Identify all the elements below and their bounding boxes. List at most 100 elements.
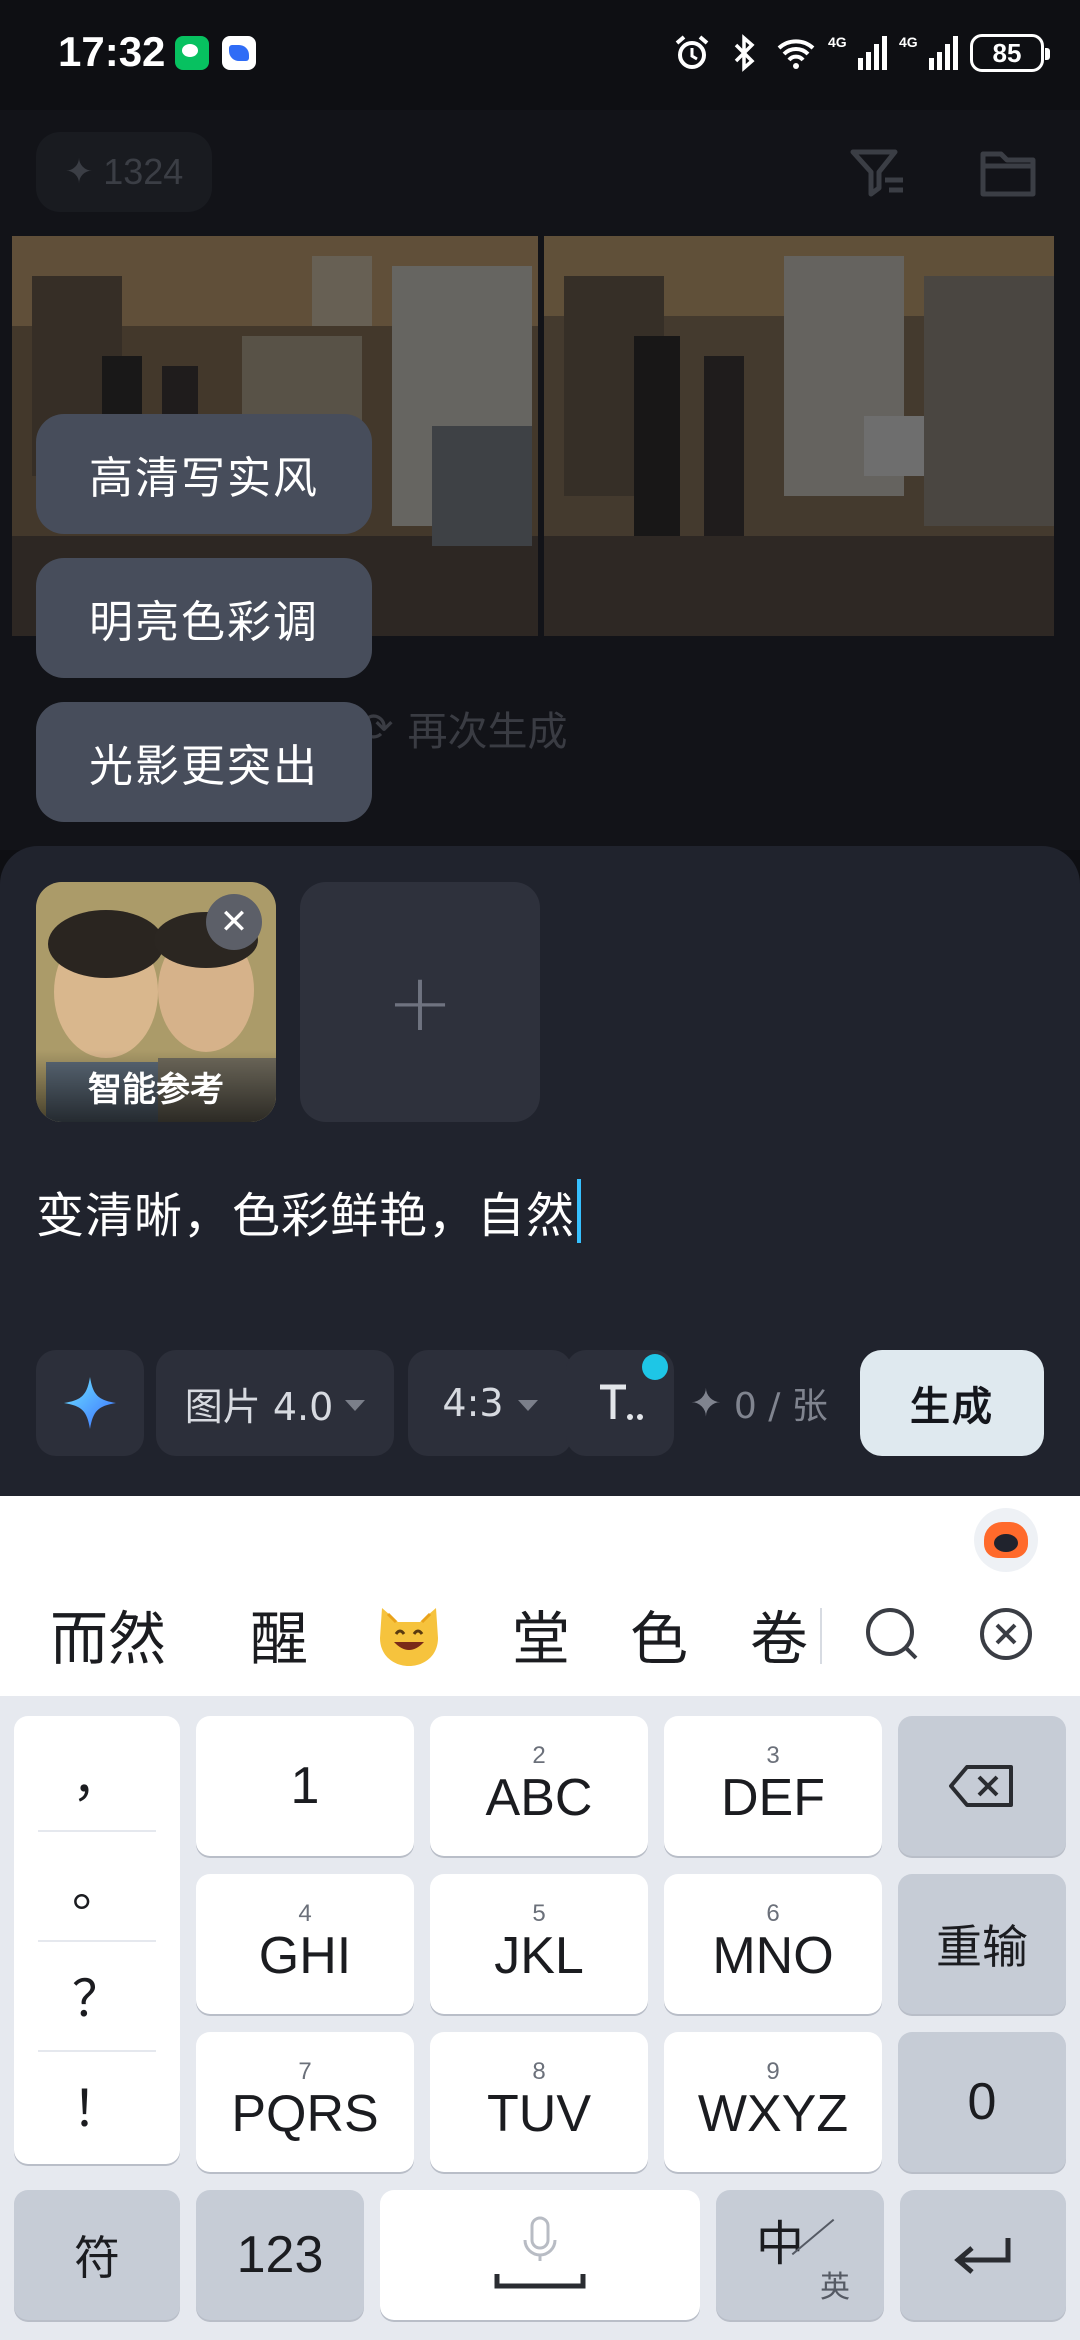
microphone-icon bbox=[494, 2216, 586, 2289]
key-label: 123 bbox=[236, 2226, 324, 2284]
aspect-ratio-selector[interactable]: 4:3 bbox=[408, 1350, 572, 1456]
sparkle-icon bbox=[64, 1377, 116, 1429]
key-number: 6 bbox=[766, 1900, 780, 1927]
signal-4g-icon: 4G bbox=[828, 34, 887, 70]
text-cursor bbox=[577, 1179, 582, 1243]
model-selector[interactable]: 图片 4.0 bbox=[156, 1350, 394, 1456]
key-label: 重输 bbox=[936, 1920, 1028, 1974]
close-icon[interactable] bbox=[974, 1602, 1038, 1666]
wechat-icon bbox=[175, 36, 209, 70]
backspace-key[interactable] bbox=[898, 1716, 1066, 1856]
chevron-down-icon bbox=[517, 1399, 538, 1411]
alarm-icon bbox=[675, 35, 709, 69]
magic-enhance-button[interactable] bbox=[36, 1350, 144, 1456]
grinning-cat-emoji[interactable] bbox=[374, 1598, 444, 1668]
ime-mascot-icon[interactable] bbox=[974, 1508, 1038, 1572]
system-icons: 4G 4G 85 bbox=[672, 30, 1050, 76]
key-label-zh: 中 bbox=[756, 2216, 805, 2272]
key-pqrs[interactable]: 7 PQRS bbox=[196, 2032, 414, 2172]
credits-badge: ✦ 1324 bbox=[36, 132, 212, 212]
plus-icon: + bbox=[386, 955, 454, 1049]
regenerate-button[interactable]: ⟳ 再次生成 bbox=[360, 688, 630, 768]
suggestion-chip-lighting[interactable]: 光影更突出 bbox=[36, 702, 372, 822]
battery-level: 85 bbox=[992, 37, 1022, 68]
key-number: 7 bbox=[298, 2058, 312, 2085]
battery-icon: 85 bbox=[970, 34, 1050, 72]
key-0[interactable]: 0 bbox=[898, 2032, 1066, 2172]
key-jkl[interactable]: 5 JKL bbox=[430, 1874, 648, 2014]
regenerate-label: 再次生成 bbox=[407, 709, 568, 755]
candidate-item[interactable]: 色 bbox=[630, 1592, 688, 1676]
feishu-icon bbox=[222, 36, 256, 70]
key-ghi[interactable]: 4 GHI bbox=[196, 1874, 414, 2014]
candidate-item[interactable]: 而然 bbox=[50, 1592, 166, 1676]
folder-icon bbox=[980, 151, 1036, 197]
key-question[interactable]: ？ bbox=[14, 1940, 180, 2050]
key-comma[interactable]: ， bbox=[14, 1720, 180, 1830]
status-time: 17:32 bbox=[58, 28, 166, 75]
key-number: 2 bbox=[532, 1742, 546, 1769]
key-period[interactable]: 。 bbox=[14, 1830, 180, 1940]
signal-label: 4G bbox=[899, 34, 918, 50]
suggestion-chip-bright-color[interactable]: 明亮色彩调 bbox=[36, 558, 372, 678]
add-image-button[interactable]: + bbox=[300, 882, 540, 1122]
filter-icon bbox=[850, 149, 903, 197]
key-label: DEF bbox=[721, 1769, 825, 1827]
key-abc[interactable]: 2 ABC bbox=[430, 1716, 648, 1856]
candidate-item[interactable]: 卷 bbox=[750, 1592, 808, 1676]
space-key[interactable] bbox=[380, 2190, 700, 2320]
chevron-down-icon bbox=[345, 1399, 366, 1411]
key-label: 0 bbox=[967, 2073, 997, 2131]
reinput-key[interactable]: 重输 bbox=[898, 1874, 1066, 2014]
signal-label: 4G bbox=[828, 34, 847, 50]
key-label: WXYZ bbox=[697, 2085, 849, 2143]
key-1[interactable]: 1 bbox=[196, 1716, 414, 1856]
text-quote-icon bbox=[600, 1384, 643, 1420]
key-mno[interactable]: 6 MNO bbox=[664, 1874, 882, 2014]
input-panel: 智能参考 ✕ + 变清晰，色彩鲜艳，自然 图片 4.0 4:3 ✦ 0 / 张 … bbox=[0, 846, 1080, 1496]
prompt-input[interactable]: 变清晰，色彩鲜艳，自然 bbox=[36, 1176, 582, 1246]
bluetooth-icon bbox=[734, 34, 755, 72]
key-number: 4 bbox=[298, 1900, 312, 1927]
key-label: 符 bbox=[74, 2231, 120, 2285]
credits-count: 1324 bbox=[103, 151, 184, 192]
search-icon[interactable] bbox=[860, 1602, 924, 1666]
reference-label: 智能参考 bbox=[36, 1050, 276, 1122]
new-badge bbox=[642, 1354, 668, 1380]
status-bar: 17:32 4G 4G 85 bbox=[0, 0, 1080, 110]
enter-icon bbox=[954, 2238, 1011, 2274]
text-style-button[interactable] bbox=[566, 1350, 674, 1456]
enter-key[interactable] bbox=[900, 2190, 1066, 2320]
key-def[interactable]: 3 DEF bbox=[664, 1716, 882, 1856]
key-number: 5 bbox=[532, 1900, 546, 1927]
signal-4g-icon: 4G bbox=[899, 34, 958, 70]
candidate-item[interactable]: 堂 bbox=[512, 1592, 570, 1676]
cost-label: 0 / 张 bbox=[733, 1386, 828, 1427]
suggestion-chip-hd-realistic[interactable]: 高清写实风 bbox=[36, 414, 372, 534]
key-exclamation[interactable]: ！ bbox=[14, 2050, 180, 2160]
key-label: TUV bbox=[487, 2085, 591, 2143]
key-wxyz[interactable]: 9 WXYZ bbox=[664, 2032, 882, 2172]
key-label: ABC bbox=[485, 1769, 593, 1827]
sparkle-icon: ✦ bbox=[690, 1381, 722, 1425]
key-label: 1 bbox=[290, 1757, 320, 1815]
remove-reference-button[interactable]: ✕ bbox=[206, 894, 262, 950]
backspace-icon bbox=[949, 1765, 1013, 1807]
generate-button[interactable]: 生成 bbox=[860, 1350, 1044, 1456]
ime-candidate-bar: 而然 醒 堂 色 卷 bbox=[0, 1496, 1080, 1696]
result-image-2 bbox=[544, 236, 1054, 636]
key-number: 3 bbox=[766, 1742, 780, 1769]
ratio-label: 4:3 bbox=[442, 1381, 504, 1425]
numbers-key[interactable]: 123 bbox=[196, 2190, 364, 2320]
key-label: MNO bbox=[712, 1927, 834, 1985]
language-switch-key[interactable]: 中 英 bbox=[716, 2190, 884, 2320]
candidate-divider bbox=[820, 1608, 822, 1664]
symbols-key[interactable]: 符 bbox=[14, 2190, 180, 2320]
key-tuv[interactable]: 8 TUV bbox=[430, 2032, 648, 2172]
key-number: 9 bbox=[766, 2058, 780, 2085]
candidate-item[interactable]: 醒 bbox=[250, 1592, 308, 1676]
key-label: JKL bbox=[494, 1927, 584, 1985]
key-label: PQRS bbox=[231, 2085, 379, 2143]
wifi-icon bbox=[777, 39, 815, 69]
ime-keyboard: ， 。 ？ ！ 1 2 ABC 3 DEF 4 GHI 5 JKL 6 MNO … bbox=[0, 1696, 1080, 2340]
